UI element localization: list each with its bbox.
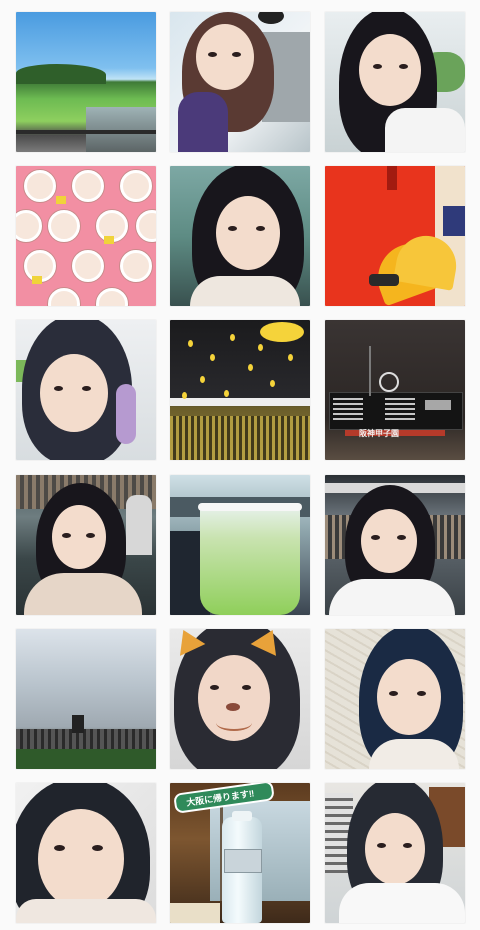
photo-tile-stadium-selfie[interactable] — [16, 475, 156, 615]
photo-tile-stadium-balloons[interactable] — [170, 320, 310, 460]
photo-tile-scoreboard[interactable]: 阪神甲子園 — [325, 320, 465, 460]
photo-tile-selfie-map[interactable] — [325, 629, 465, 769]
photo-tile-cat-filter-selfie[interactable] — [170, 12, 310, 152]
photo-tile-stadium-sky[interactable] — [16, 629, 156, 769]
photo-tile-selfie[interactable] — [170, 166, 310, 306]
photo-tile-stadium-selfie[interactable] — [325, 475, 465, 615]
photo-tile-selfie[interactable] — [16, 320, 156, 460]
photo-tile-cat-filter-selfie[interactable] — [170, 629, 310, 769]
scoreboard-label: 阪神甲子園 — [359, 429, 399, 438]
photo-tile-selfie[interactable] — [325, 12, 465, 152]
photo-tile-selfie-closeup[interactable] — [16, 783, 156, 923]
photo-grid: 阪神甲子園 大阪に帰ります‼ — [0, 0, 480, 930]
photo-tile-landscape[interactable] — [16, 12, 156, 152]
photo-tile-water-bottle[interactable]: 大阪に帰ります‼ — [170, 783, 310, 923]
photo-tile-green-drink[interactable] — [170, 475, 310, 615]
photo-tile-fans-red-seats[interactable] — [325, 166, 465, 306]
photo-tile-pink-pattern[interactable] — [16, 166, 156, 306]
photo-tile-selfie-office[interactable] — [325, 783, 465, 923]
